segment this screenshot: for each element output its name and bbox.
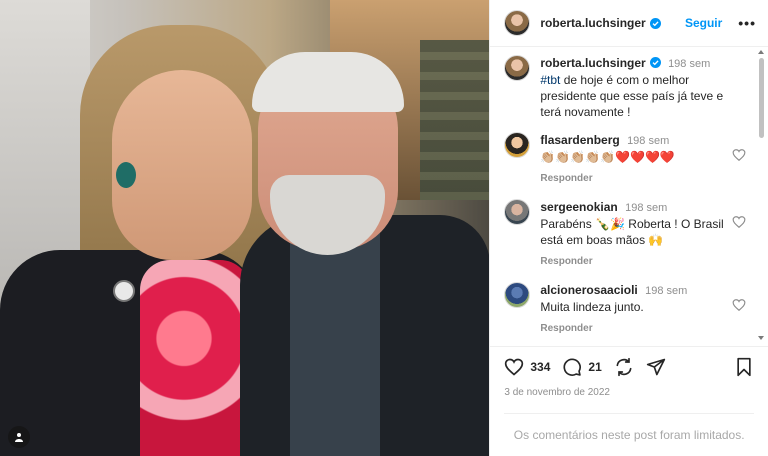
man-hair bbox=[252, 52, 404, 112]
comment-like-heart-icon[interactable] bbox=[732, 148, 746, 162]
comment-time: 198 sem bbox=[625, 202, 668, 215]
verified-badge-icon bbox=[649, 57, 661, 69]
reply-button[interactable]: Responder bbox=[540, 321, 592, 337]
comment-item: alcionerosaacioli 198 sem Muita lindeza … bbox=[504, 282, 746, 337]
comment-time: 198 sem bbox=[627, 135, 670, 148]
comment-text: 👏🏼👏🏼👏🏼👏🏼👏🏼❤️❤️❤️❤️ bbox=[540, 150, 675, 165]
comment-text: Parabéns 🍾🎉 Roberta ! O Brasil está em b… bbox=[540, 217, 724, 248]
scrollbar-up-arrow[interactable] bbox=[758, 50, 764, 54]
comment-username[interactable]: alcionerosaacioli bbox=[540, 283, 637, 297]
comment-avatar[interactable] bbox=[504, 282, 531, 309]
caption-avatar[interactable] bbox=[504, 55, 531, 82]
share-icon[interactable] bbox=[614, 357, 634, 377]
post-side-panel: roberta.luchsinger Seguir ••• roberta.lu… bbox=[489, 0, 768, 456]
comment-username[interactable]: sergeenokian bbox=[540, 200, 617, 214]
lapel-pin bbox=[113, 280, 135, 302]
comments-list[interactable]: roberta.luchsinger 198 sem #tbt de hoje … bbox=[490, 47, 768, 346]
author-username[interactable]: roberta.luchsinger bbox=[540, 16, 645, 30]
post-date: 3 de novembro de 2022 bbox=[504, 387, 610, 399]
post-actions: 334 21 3 de novembro de 2022 bbox=[490, 346, 768, 413]
comment-username[interactable]: flasardenberg bbox=[540, 133, 619, 147]
photo-background-shelf bbox=[420, 40, 490, 200]
likes-count[interactable]: 334 bbox=[530, 360, 550, 374]
reply-button[interactable]: Responder bbox=[540, 254, 592, 270]
comment-avatar[interactable] bbox=[504, 199, 531, 226]
comment-item: flasardenberg 198 sem 👏🏼👏🏼👏🏼👏🏼👏🏼❤️❤️❤️❤️… bbox=[504, 132, 746, 187]
scrollbar-down-arrow[interactable] bbox=[758, 336, 764, 340]
comment-icon[interactable] bbox=[562, 357, 582, 377]
post-header: roberta.luchsinger Seguir ••• bbox=[490, 0, 768, 48]
woman-blouse bbox=[140, 260, 250, 456]
caption-time[interactable]: 198 sem bbox=[668, 58, 710, 70]
comments-count[interactable]: 21 bbox=[588, 360, 601, 374]
comment-text: Muita lindeza junto. bbox=[540, 300, 644, 315]
caption-username[interactable]: roberta.luchsinger bbox=[540, 56, 645, 70]
verified-badge-icon bbox=[649, 17, 661, 29]
send-icon[interactable] bbox=[646, 357, 666, 377]
more-options-icon[interactable]: ••• bbox=[738, 15, 756, 31]
post-dialog: roberta.luchsinger Seguir ••• roberta.lu… bbox=[0, 0, 768, 456]
man-sweater bbox=[290, 230, 380, 456]
author-avatar[interactable] bbox=[504, 10, 531, 37]
comments-limited-notice: Os comentários neste post foram limitado… bbox=[504, 413, 754, 456]
caption-text: #tbt de hoje é com o melhor presidente q… bbox=[540, 72, 746, 120]
post-photo[interactable] bbox=[0, 0, 490, 456]
earring bbox=[116, 162, 136, 188]
user-tag-icon[interactable] bbox=[8, 426, 30, 448]
comment-item: sergeenokian 198 sem Parabéns 🍾🎉 Roberta… bbox=[504, 199, 746, 270]
caption: roberta.luchsinger 198 sem #tbt de hoje … bbox=[504, 55, 746, 120]
caption-hashtag[interactable]: #tbt bbox=[540, 73, 560, 87]
follow-button[interactable]: Seguir bbox=[685, 16, 722, 30]
comment-time: 198 sem bbox=[645, 285, 688, 298]
bookmark-icon[interactable] bbox=[734, 357, 754, 377]
heart-icon[interactable] bbox=[504, 357, 524, 377]
reply-button[interactable]: Responder bbox=[540, 171, 592, 187]
comments-scrollbar[interactable] bbox=[759, 58, 764, 138]
caption-body: de hoje é com o melhor presidente que es… bbox=[540, 73, 724, 120]
comment-like-heart-icon[interactable] bbox=[732, 215, 746, 229]
comment-like-heart-icon[interactable] bbox=[732, 298, 746, 312]
comment-avatar[interactable] bbox=[504, 132, 531, 159]
